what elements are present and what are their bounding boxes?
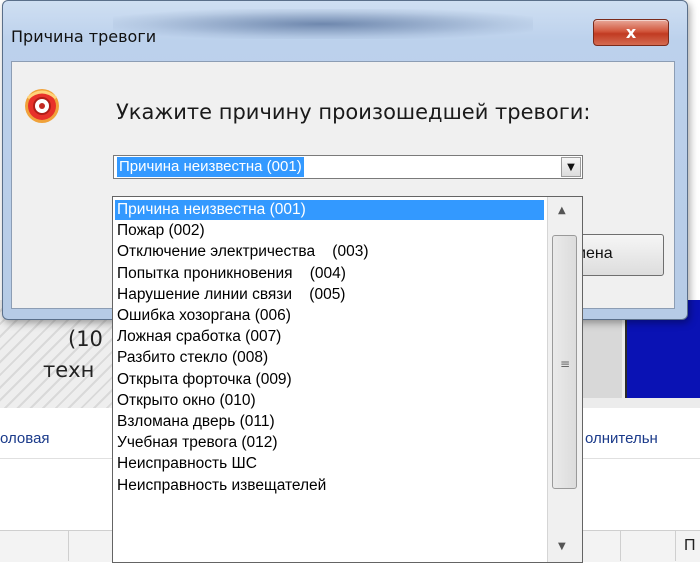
table-column-separator[interactable] bbox=[675, 530, 676, 561]
alarm-icon bbox=[25, 89, 59, 123]
dropdown-item[interactable]: Учебная тревога (012) bbox=[117, 433, 278, 453]
dropdown-item[interactable]: Ложная сработка (007) bbox=[117, 327, 281, 347]
background-text-line2: техн bbox=[43, 358, 95, 382]
dropdown-item[interactable]: Взломана дверь (011) bbox=[117, 412, 275, 432]
scrollbar-grip-icon: ≡ bbox=[560, 357, 571, 371]
dropdown-item[interactable]: Попытка проникновения (004) bbox=[117, 264, 346, 284]
dialog-title: Причина тревоги bbox=[11, 27, 157, 46]
scrollbar-thumb[interactable]: ≡ bbox=[552, 235, 577, 489]
close-icon: x bbox=[625, 23, 637, 42]
dropdown-arrow-button[interactable]: ▼ bbox=[561, 157, 581, 177]
dropdown-item[interactable]: Пожар (002) bbox=[117, 221, 205, 241]
reason-combobox[interactable]: Причина неизвестна (001) ▼ bbox=[113, 155, 583, 179]
chevron-down-icon: ▼ bbox=[567, 161, 575, 173]
dropdown-scrollbar[interactable]: ▲ ≡ ▼ bbox=[547, 197, 582, 562]
dropdown-item[interactable]: Отключение электричества (003) bbox=[117, 242, 368, 262]
background-text-line1: (10 bbox=[68, 327, 103, 351]
dropdown-item[interactable]: Неисправность извещателей bbox=[117, 476, 326, 496]
table-column-separator[interactable] bbox=[68, 530, 69, 561]
scroll-down-icon[interactable]: ▼ bbox=[558, 541, 566, 552]
prompt-text: Укажите причину произошедшей тревоги: bbox=[116, 100, 591, 124]
scroll-up-icon[interactable]: ▲ bbox=[558, 205, 566, 216]
dropdown-item[interactable]: Открыто окно (010) bbox=[117, 391, 256, 411]
close-button[interactable]: x bbox=[593, 19, 669, 46]
table-column-separator[interactable] bbox=[620, 530, 621, 561]
combobox-selected-value: Причина неизвестна (001) bbox=[117, 157, 304, 177]
dropdown-item[interactable]: Ошибка хозоргана (006) bbox=[117, 306, 291, 326]
dropdown-item[interactable]: Разбито стекло (008) bbox=[117, 348, 268, 368]
background-tab-right[interactable]: олнительн bbox=[585, 430, 658, 447]
reason-dropdown-list[interactable]: Причина неизвестна (001) Пожар (002) Отклю… bbox=[112, 196, 583, 563]
titlebar-glow bbox=[113, 9, 533, 39]
dropdown-item[interactable]: Открыта форточка (009) bbox=[117, 370, 292, 390]
dropdown-item[interactable]: Неисправность ШС bbox=[117, 454, 257, 474]
table-column-header[interactable]: П bbox=[684, 537, 696, 555]
dropdown-item[interactable]: Причина неизвестна (001) bbox=[115, 200, 544, 220]
background-tab-left[interactable]: оловая bbox=[0, 430, 50, 447]
dropdown-item[interactable]: Нарушение линии связи (005) bbox=[117, 285, 345, 305]
